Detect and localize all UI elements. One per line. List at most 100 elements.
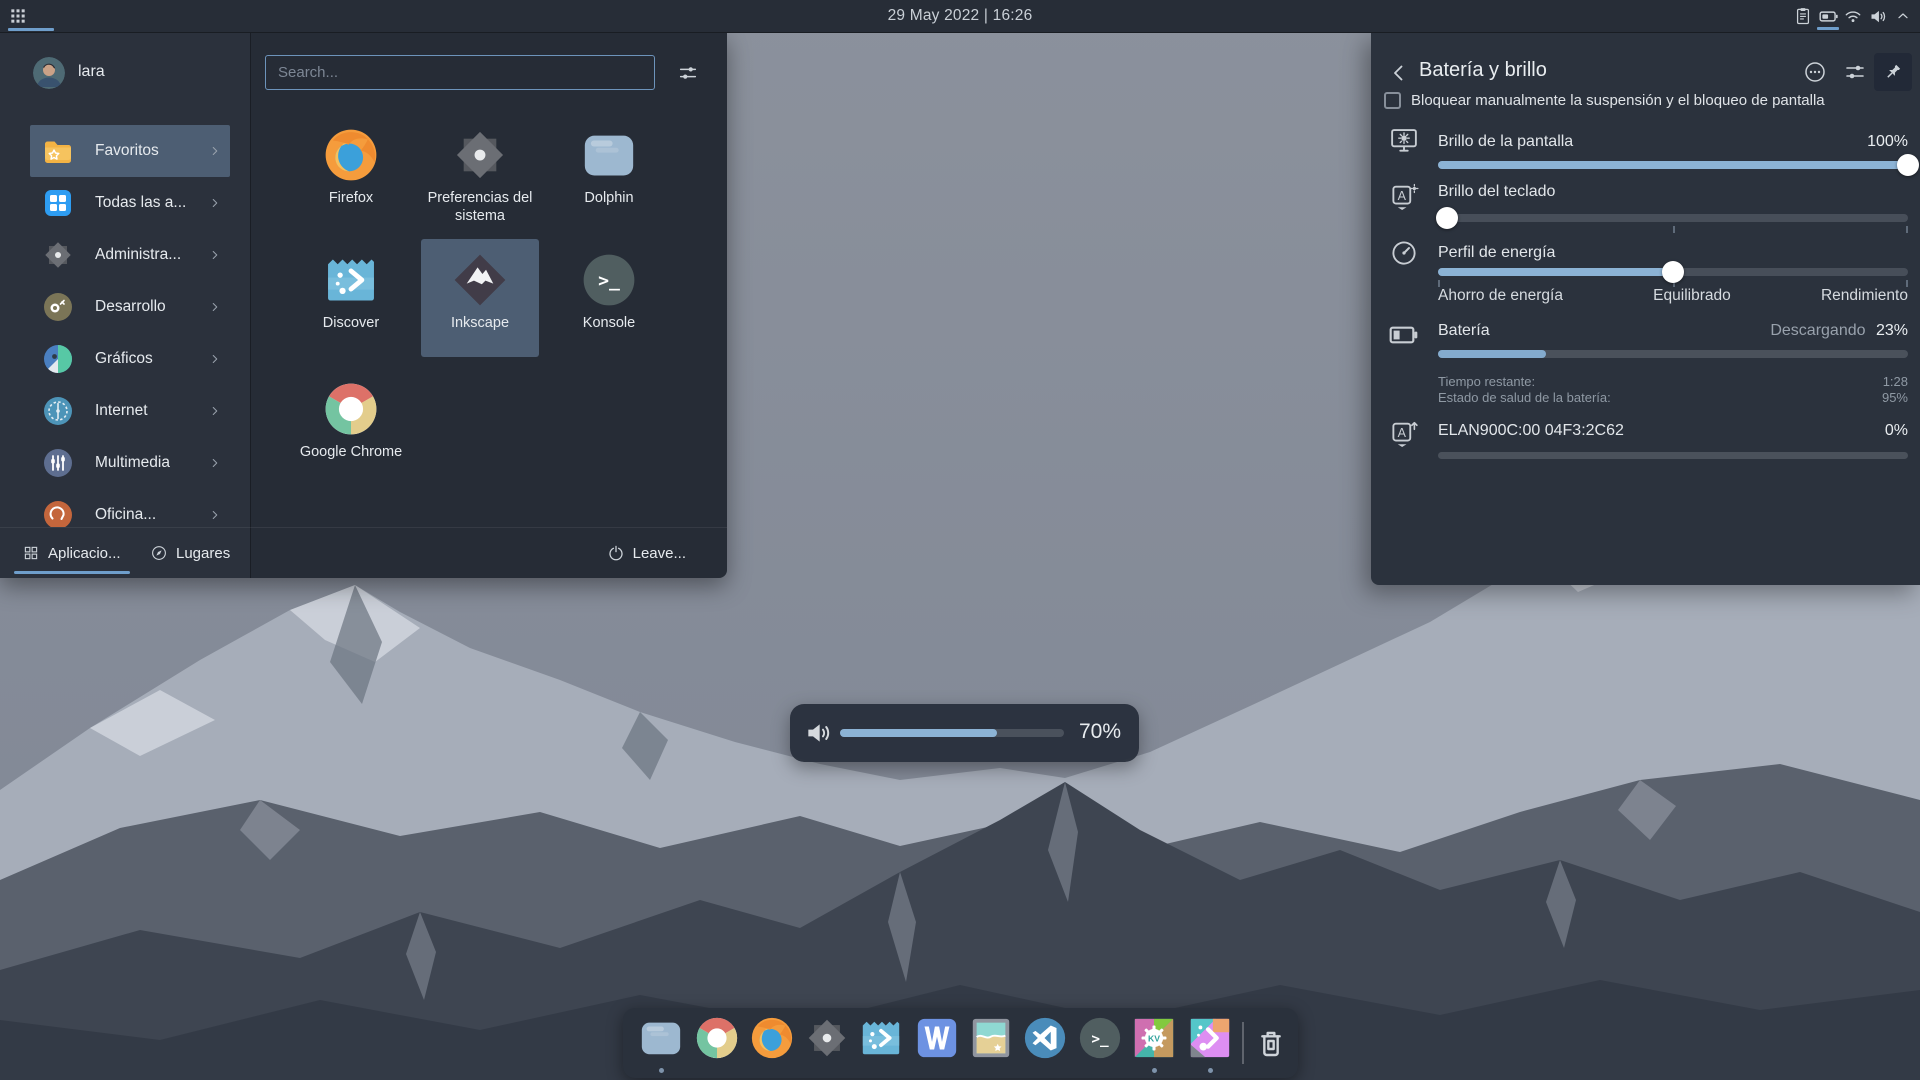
active-tab-underline <box>14 571 130 574</box>
power-profile-slider[interactable] <box>1438 268 1908 276</box>
category-label: Administra... <box>95 246 181 264</box>
sidebar-item-administracion[interactable]: Administra... <box>30 229 230 281</box>
dock-item-dolphin[interactable] <box>638 1015 684 1061</box>
avatar[interactable] <box>33 57 65 89</box>
app-item-google-chrome[interactable]: Google Chrome <box>292 368 410 486</box>
inkscape-icon <box>451 251 509 309</box>
category-list: Favoritos Todas las a... Administra... D… <box>0 118 250 527</box>
option-power-save[interactable]: Ahorro de energía <box>1438 287 1563 305</box>
status-notifications-icon[interactable] <box>1799 56 1831 88</box>
active-underline <box>1817 27 1839 30</box>
battery-percent: 23% <box>1876 322 1908 339</box>
application-launcher-popup: lara Favoritos Todas las a... Administra… <box>0 33 727 578</box>
slider-tick <box>1906 226 1908 233</box>
battery-health-label: Estado de salud de la batería: <box>1438 390 1611 405</box>
sidebar-item-multimedia[interactable]: Multimedia <box>30 437 230 489</box>
user-name: lara <box>78 63 105 81</box>
top-panel: 29 May 2022 | 16:26 <box>0 0 1920 33</box>
app-item-firefox[interactable]: Firefox <box>292 114 410 232</box>
volume-speaker-icon <box>803 717 835 749</box>
category-label: Gráficos <box>95 350 153 368</box>
slider-handle[interactable] <box>1436 207 1458 229</box>
battery-fill <box>1438 350 1546 358</box>
touchscreen-progressbar <box>1438 452 1908 459</box>
volume-value: 70% <box>1079 720 1121 744</box>
wifi-icon[interactable] <box>1842 3 1864 29</box>
battery-tray-icon[interactable] <box>1817 3 1839 29</box>
chevron-right-icon <box>208 508 222 522</box>
configure-icon[interactable] <box>1839 56 1871 88</box>
clipboard-icon[interactable] <box>1792 3 1814 29</box>
office-icon <box>42 499 74 527</box>
screen-brightness-label: Brillo de la pantalla <box>1438 133 1573 151</box>
tab-places[interactable]: Lugares <box>150 528 230 578</box>
app-item-dolphin[interactable]: Dolphin <box>550 114 668 232</box>
sidebar-item-desarrollo[interactable]: Desarrollo <box>30 281 230 333</box>
chevron-up-icon[interactable] <box>1892 3 1914 29</box>
running-indicator <box>1152 1068 1157 1073</box>
chevron-right-icon <box>208 404 222 418</box>
dock-item-konsole[interactable] <box>1077 1015 1123 1061</box>
discover-icon <box>322 251 380 309</box>
slider-handle[interactable] <box>1662 261 1684 283</box>
internet-icon <box>42 395 74 427</box>
development-icon <box>42 291 74 323</box>
application-launcher-button[interactable] <box>0 0 60 33</box>
keyboard-brightness-icon <box>1388 180 1420 212</box>
category-label: Favoritos <box>95 142 159 160</box>
app-item-system-settings[interactable]: Preferencias del sistema <box>421 114 539 232</box>
chevron-right-icon <box>208 456 222 470</box>
trash-icon[interactable] <box>1255 1027 1287 1059</box>
volume-icon[interactable] <box>1867 3 1889 29</box>
dock-item-system-settings[interactable] <box>804 1015 850 1061</box>
sidebar-item-todas-las-aplicaciones[interactable]: Todas las a... <box>30 177 230 229</box>
user-row: lara <box>0 33 250 113</box>
battery-status-value: Descargando 23% <box>1770 322 1908 340</box>
sidebar-item-oficina[interactable]: Oficina... <box>30 489 230 527</box>
dolphin-icon <box>580 126 638 184</box>
power-profile-options: Ahorro de energía Equilibrado Rendimient… <box>1438 287 1908 305</box>
touchscreen-device-value: 0% <box>1885 422 1908 440</box>
option-performance[interactable]: Rendimiento <box>1821 287 1908 305</box>
dock-item-firefox[interactable] <box>749 1015 795 1061</box>
dock-item-discover[interactable] <box>858 1015 904 1061</box>
dock-item-chrome[interactable] <box>694 1015 740 1061</box>
suspend-lock-checkbox-label[interactable]: Bloquear manualmente la suspensión y el … <box>1411 92 1825 109</box>
sidebar-item-favoritos[interactable]: Favoritos <box>30 125 230 177</box>
back-button[interactable] <box>1383 57 1415 89</box>
power-profile-label: Perfil de energía <box>1438 244 1555 262</box>
dock-separator <box>1242 1022 1244 1064</box>
digital-clock[interactable]: 29 May 2022 | 16:26 <box>860 0 1060 32</box>
filter-sliders-icon[interactable] <box>670 55 706 90</box>
leave-button[interactable]: Leave... <box>607 528 686 578</box>
app-item-discover[interactable]: Discover <box>292 239 410 357</box>
dock-item-image-viewer[interactable] <box>968 1015 1014 1061</box>
app-label: Preferencias del sistema <box>422 189 538 225</box>
sidebar-item-internet[interactable]: Internet <box>30 385 230 437</box>
search-input[interactable] <box>265 55 655 90</box>
active-underline <box>8 28 54 31</box>
slider-handle[interactable] <box>1897 154 1919 176</box>
option-balanced[interactable]: Equilibrado <box>1653 287 1731 305</box>
screen-brightness-slider[interactable] <box>1438 161 1908 169</box>
battery-icon <box>1388 319 1420 351</box>
dock-item-vscode[interactable] <box>1022 1015 1068 1061</box>
chrome-icon <box>322 380 380 438</box>
app-item-konsole[interactable]: Konsole <box>550 239 668 357</box>
pin-icon[interactable] <box>1874 53 1912 91</box>
battery-status: Descargando <box>1770 322 1865 339</box>
dock-item-design-app[interactable] <box>1187 1015 1233 1061</box>
dock-item-kvantum[interactable] <box>1131 1015 1177 1061</box>
category-label: Todas las a... <box>95 194 186 212</box>
app-item-inkscape[interactable]: Inkscape <box>421 239 539 357</box>
keyboard-brightness-slider[interactable] <box>1438 214 1908 222</box>
battery-health-value: 95% <box>1882 390 1908 405</box>
launcher-footer: Aplicacio... Lugares Leave... <box>0 527 727 578</box>
screen-brightness-value: 100% <box>1867 133 1908 151</box>
suspend-lock-checkbox[interactable] <box>1384 92 1401 109</box>
konsole-icon <box>580 251 638 309</box>
compass-icon <box>150 544 168 562</box>
battery-progressbar <box>1438 350 1908 358</box>
dock-item-writer[interactable] <box>914 1015 960 1061</box>
sidebar-item-graficos[interactable]: Gráficos <box>30 333 230 385</box>
